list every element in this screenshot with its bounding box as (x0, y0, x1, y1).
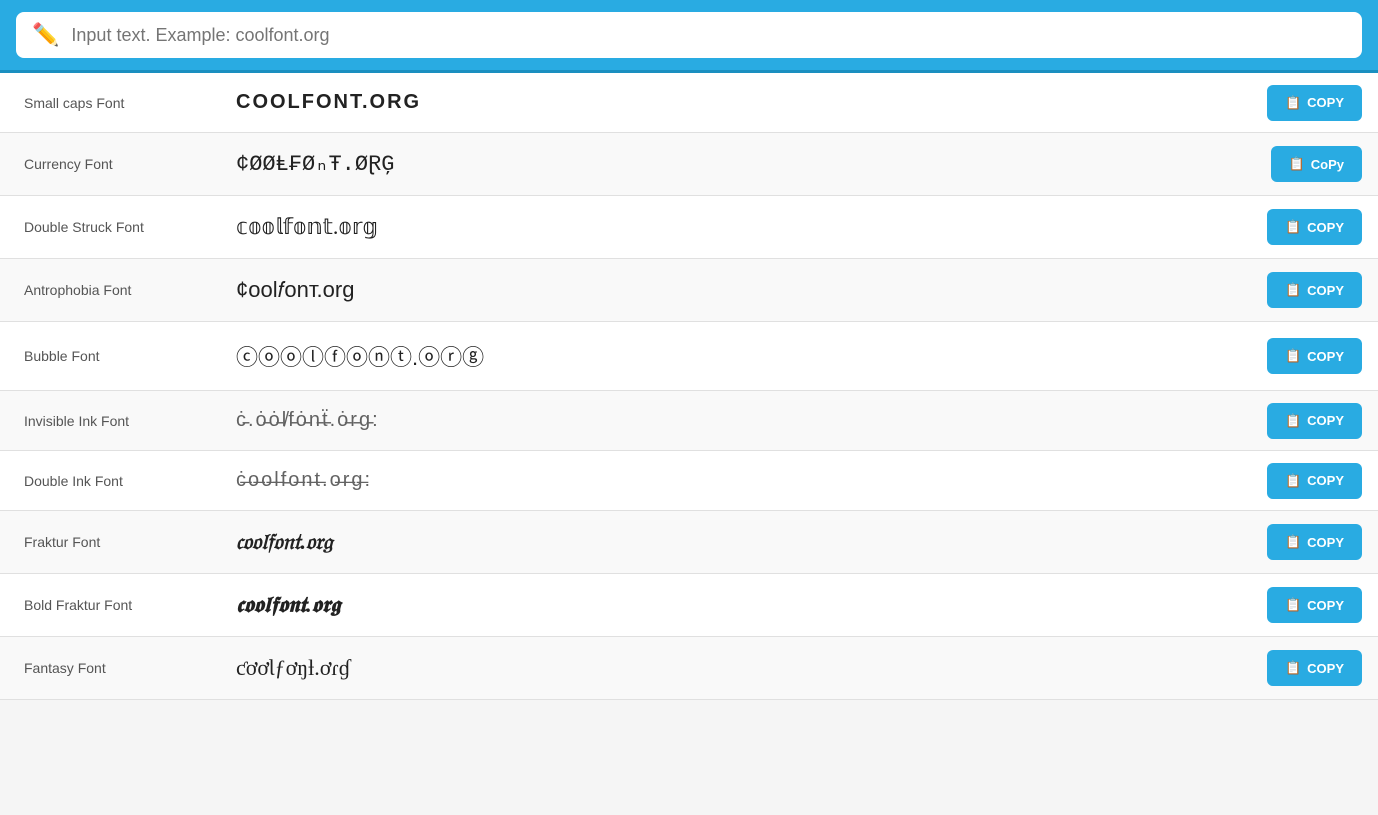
font-list: Small caps FontCOOLFONT.ORG 📋 COPY Currency… (0, 73, 1378, 700)
font-row: Fraktur Font𝔠𝔬𝔬𝔩𝔣𝔬𝔫𝔱.𝔬𝔯𝔤 📋 COPY (0, 511, 1378, 574)
font-preview: ⓒⓞⓞⓛⓕⓞⓝⓣ.ⓞⓡⓖ (220, 322, 1251, 390)
font-preview: ƈơơƖƒơŋƚ.ơɾɠ (220, 637, 1251, 699)
copy-button-1[interactable]: 📋 CoPy (1271, 146, 1362, 182)
font-preview: 𝕔𝕠𝕠𝕝𝕗𝕠𝕟𝕥.𝕠𝕣𝕘 (220, 196, 1251, 258)
font-row: Double Struck Font𝕔𝕠𝕠𝕝𝕗𝕠𝕟𝕥.𝕠𝕣𝕘 📋 COPY (0, 196, 1378, 259)
font-label: Fantasy Font (0, 642, 220, 694)
copy-button-9[interactable]: 📋 COPY (1267, 650, 1362, 686)
copy-icon: 📋 (1285, 219, 1301, 235)
font-label: Fraktur Font (0, 516, 220, 568)
font-row: Small caps FontCOOLFONT.ORG 📋 COPY (0, 73, 1378, 133)
pencil-icon: ✏️ (32, 22, 59, 48)
copy-icon: 📋 (1285, 95, 1301, 111)
font-preview: ¢ØØⱠ₣ØₙŦ.ØⱤĢ (220, 133, 1255, 195)
copy-button-2[interactable]: 📋 COPY (1267, 209, 1362, 245)
font-preview: 𝖈𝖔𝖔𝖑𝖋𝖔𝖓𝖙.𝖔𝖗𝖌 (220, 574, 1251, 636)
font-row: Double Ink Fontċ̶o̶o̶l̶f̵o̶n̶t̶.o̶r̶g̶: 📋… (0, 451, 1378, 511)
copy-label: COPY (1307, 349, 1344, 364)
font-preview: ċ̵.ȯ̵ȯ̵l̸f̵ȯ̵n̵ẗ̵.ȯ̵r̵g̵: (220, 391, 1251, 450)
copy-label: COPY (1307, 220, 1344, 235)
font-label: Currency Font (0, 138, 220, 190)
font-row: Bold Fraktur Font𝖈𝖔𝖔𝖑𝖋𝖔𝖓𝖙.𝖔𝖗𝖌 📋 COPY (0, 574, 1378, 637)
font-row: Bubble Fontⓒⓞⓞⓛⓕⓞⓝⓣ.ⓞⓡⓖ 📋 COPY (0, 322, 1378, 391)
font-label: Bubble Font (0, 330, 220, 382)
copy-icon: 📋 (1285, 473, 1301, 489)
search-input[interactable] (71, 25, 1346, 46)
copy-label: COPY (1307, 283, 1344, 298)
font-label: Double Struck Font (0, 201, 220, 253)
copy-icon: 📋 (1285, 413, 1301, 429)
font-row: Invisible Ink Fontċ̵.ȯ̵ȯ̵l̸f̵ȯ̵n̵ẗ̵.ȯ̵r̵… (0, 391, 1378, 451)
font-preview: ¢ool𝑓onт.org (220, 259, 1251, 321)
font-label: Invisible Ink Font (0, 395, 220, 447)
font-preview: ċ̶o̶o̶l̶f̵o̶n̶t̶.o̶r̶g̶: (220, 451, 1251, 510)
copy-button-8[interactable]: 📋 COPY (1267, 587, 1362, 623)
copy-button-3[interactable]: 📋 COPY (1267, 272, 1362, 308)
font-label: Bold Fraktur Font (0, 579, 220, 631)
font-row: Antrophobia Font¢ool𝑓onт.org 📋 COPY (0, 259, 1378, 322)
copy-label: COPY (1307, 473, 1344, 488)
font-row: Fantasy FontƈơơƖƒơŋƚ.ơɾɠ 📋 COPY (0, 637, 1378, 700)
copy-button-6[interactable]: 📋 COPY (1267, 463, 1362, 499)
copy-icon: 📋 (1285, 597, 1301, 613)
copy-button-7[interactable]: 📋 COPY (1267, 524, 1362, 560)
copy-label: COPY (1307, 535, 1344, 550)
copy-icon: 📋 (1285, 282, 1301, 298)
font-label: Antrophobia Font (0, 264, 220, 316)
copy-button-5[interactable]: 📋 COPY (1267, 403, 1362, 439)
font-preview: 𝔠𝔬𝔬𝔩𝔣𝔬𝔫𝔱.𝔬𝔯𝔤 (220, 511, 1251, 573)
copy-icon: 📋 (1285, 348, 1301, 364)
copy-button-4[interactable]: 📋 COPY (1267, 338, 1362, 374)
font-preview: COOLFONT.ORG (220, 73, 1251, 132)
font-row: Currency Font¢ØØⱠ₣ØₙŦ.ØⱤĢ 📋 CoPy (0, 133, 1378, 196)
copy-icon: 📋 (1289, 156, 1305, 172)
font-label: Double Ink Font (0, 455, 220, 507)
copy-icon: 📋 (1285, 660, 1301, 676)
copy-button-0[interactable]: 📋 COPY (1267, 85, 1362, 121)
copy-label: CoPy (1311, 157, 1344, 172)
header: ✏️ (0, 0, 1378, 73)
search-bar: ✏️ (16, 12, 1362, 58)
font-label: Small caps Font (0, 77, 220, 129)
copy-label: COPY (1307, 598, 1344, 613)
copy-label: COPY (1307, 661, 1344, 676)
copy-icon: 📋 (1285, 534, 1301, 550)
copy-label: COPY (1307, 95, 1344, 110)
copy-label: COPY (1307, 413, 1344, 428)
